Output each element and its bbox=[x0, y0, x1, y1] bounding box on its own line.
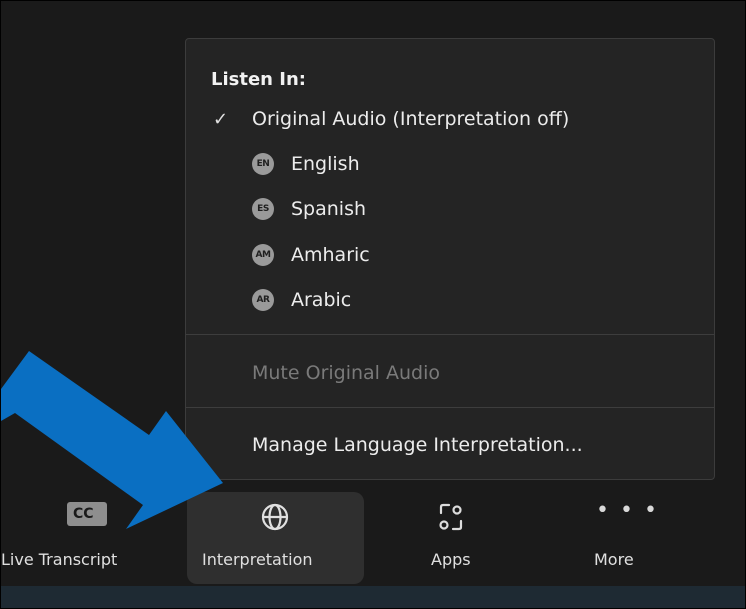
meeting-window: Listen In: ✓ Original Audio (Interpretat… bbox=[0, 0, 746, 609]
bottom-status-strip bbox=[1, 586, 745, 608]
callout-arrow-icon bbox=[1, 351, 223, 529]
